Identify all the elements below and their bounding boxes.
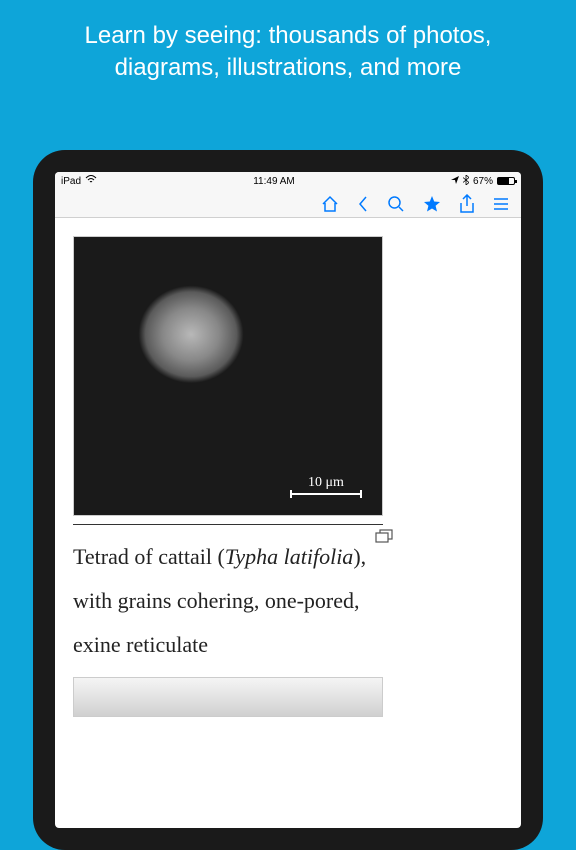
wifi-icon (85, 175, 97, 187)
location-icon (451, 176, 459, 187)
status-bar: iPad 11:49 AM 67% (55, 172, 521, 190)
back-icon[interactable] (357, 195, 369, 213)
search-icon[interactable] (387, 195, 405, 213)
device-screen: iPad 11:49 AM 67% (55, 172, 521, 828)
star-icon[interactable] (423, 195, 441, 213)
expand-icon[interactable] (375, 529, 393, 548)
home-icon[interactable] (321, 195, 339, 213)
status-time: 11:49 AM (253, 176, 295, 187)
second-image-preview (73, 677, 383, 717)
battery-pct: 67% (473, 176, 493, 187)
promo-headline: Learn by seeing: thousands of photos, di… (0, 0, 576, 95)
bluetooth-icon (463, 175, 469, 188)
scale-bar: 10 μm (290, 475, 362, 495)
scale-label: 10 μm (290, 475, 362, 491)
carrier-label: iPad (61, 176, 81, 187)
image-caption: Tetrad of cattail (Typha latifolia), wit… (73, 535, 383, 667)
sem-micrograph-image: 10 μm (73, 236, 383, 516)
app-toolbar (55, 190, 521, 218)
device-frame: iPad 11:49 AM 67% (33, 150, 543, 850)
article-content: 10 μm Tetrad of cattail (Typha latifolia… (55, 218, 521, 828)
caption-species: Typha latifolia (225, 544, 354, 569)
image-separator (73, 524, 383, 525)
share-icon[interactable] (459, 194, 475, 214)
menu-icon[interactable] (493, 197, 509, 211)
battery-icon (497, 177, 515, 185)
caption-text-pre: Tetrad of cattail ( (73, 544, 225, 569)
